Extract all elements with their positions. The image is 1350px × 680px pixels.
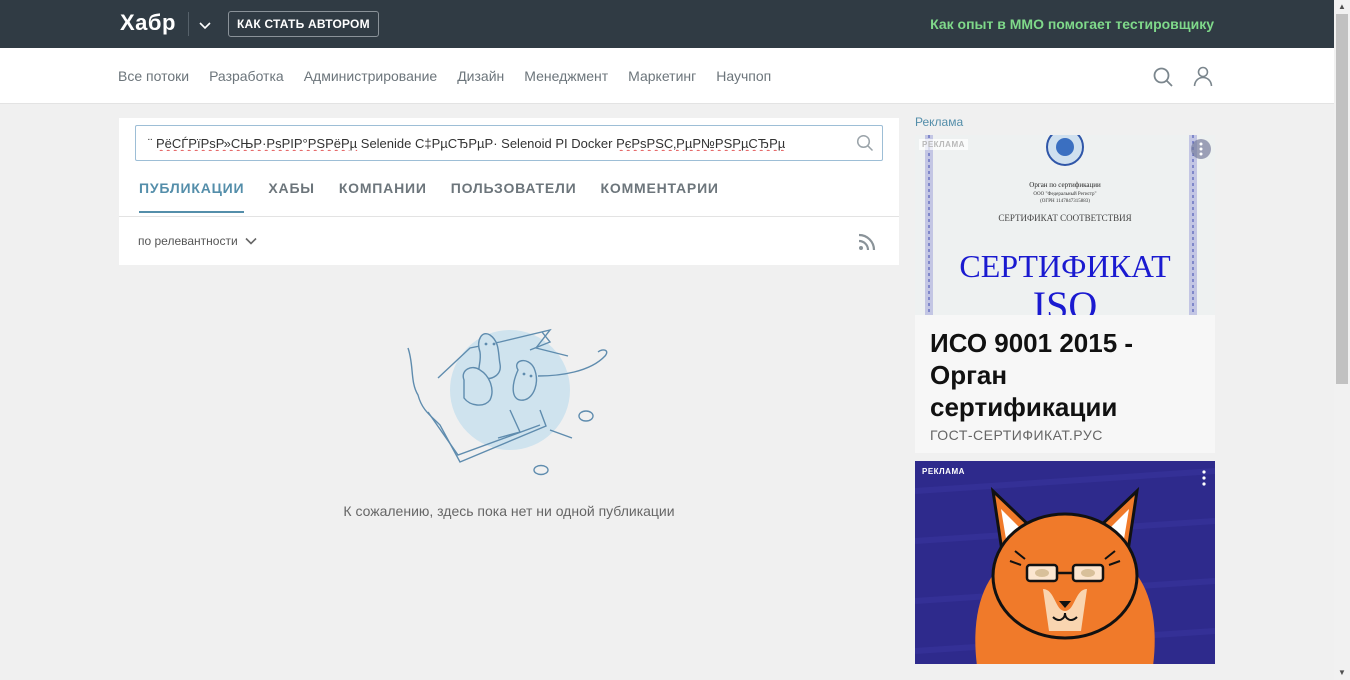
rss-icon[interactable] — [857, 232, 877, 252]
svg-text:ISO: ISO — [1033, 283, 1097, 315]
ad-card-cat[interactable]: РЕКЛАМА — [915, 461, 1215, 664]
ad-title[interactable]: ИСО 9001 2015 - Орган сертификации — [930, 327, 1200, 423]
empty-state-illustration — [407, 328, 608, 476]
svg-text:СЕРТИФИКАТ СООТВЕТСТВИЯ: СЕРТИФИКАТ СООТВЕТСТВИЯ — [998, 213, 1131, 223]
top-bar: Хабр КАК СТАТЬ АВТОРОМ Как опыт в ММО по… — [0, 0, 1334, 48]
nav-item-administration[interactable]: Администрирование — [304, 68, 438, 84]
sort-dropdown[interactable]: по релевантности — [138, 234, 258, 248]
page-scrollbar[interactable]: ▲ ▼ — [1334, 0, 1350, 680]
nav-item-marketing[interactable]: Маркетинг — [628, 68, 696, 84]
nav-bar: Все потоки Разработка Администрирование … — [0, 48, 1334, 104]
ad-domain[interactable]: ГОСТ-СЕРТИФИКАТ.РУС — [930, 427, 1103, 443]
ad-badge: РЕКЛАМА — [922, 467, 965, 476]
chevron-down-icon[interactable] — [196, 16, 214, 34]
tabs-divider — [119, 216, 899, 217]
ad-card-iso[interactable]: Орган по сертификации ООО "Федеральный Р… — [915, 135, 1215, 453]
more-options-icon[interactable] — [1191, 139, 1211, 159]
search-submit-icon[interactable] — [856, 134, 874, 152]
search-panel: ¨ РёСЃРїРѕР»СЊР·РѕРІР°РЅРёРµ Selenide С‡… — [119, 118, 899, 265]
ad-badge: РЕКЛАМА — [919, 139, 968, 150]
search-input[interactable]: ¨ РёСЃРїРѕР»СЊР·РѕРІР°РЅРёРµ Selenide С‡… — [135, 125, 883, 161]
svg-text:Орган по сертификации: Орган по сертификации — [1029, 181, 1101, 189]
scroll-down-icon[interactable]: ▼ — [1334, 666, 1350, 680]
more-options-icon[interactable] — [1201, 469, 1207, 487]
nav-item-development[interactable]: Разработка — [209, 68, 284, 84]
svg-text:СЕРТИФИКАТ: СЕРТИФИКАТ — [959, 248, 1171, 284]
ad-image-certificate[interactable]: Орган по сертификации ООО "Федеральный Р… — [915, 135, 1215, 315]
user-icon[interactable] — [1192, 65, 1214, 87]
svg-text:(ОГРН 1147847315883): (ОГРН 1147847315883) — [1040, 199, 1090, 204]
logo-divider — [188, 12, 189, 36]
certificate-illustration: Орган по сертификации ООО "Федеральный Р… — [915, 135, 1215, 315]
tab-users[interactable]: ПОЛЬЗОВАТЕЛИ — [451, 180, 577, 213]
nav-item-all[interactable]: Все потоки — [118, 68, 189, 84]
ad-section-label: Реклама — [915, 115, 964, 129]
site-logo[interactable]: Хабр — [120, 10, 176, 36]
svg-text:ООО "Федеральный Регистр": ООО "Федеральный Регистр" — [1033, 192, 1096, 197]
nav-list: Все потоки Разработка Администрирование … — [118, 68, 771, 84]
search-tabs: ПУБЛИКАЦИИ ХАБЫ КОМПАНИИ ПОЛЬЗОВАТЕЛИ КО… — [139, 180, 719, 213]
promo-link[interactable]: Как опыт в ММО помогает тестировщику — [930, 16, 1214, 32]
sort-label: по релевантности — [138, 234, 238, 248]
search-input-value: ¨ РёСЃРїРѕР»СЊР·РѕРІР°РЅРёРµ Selenide С‡… — [148, 136, 786, 151]
tab-hubs[interactable]: ХАБЫ — [268, 180, 314, 213]
chevron-down-icon — [245, 237, 257, 245]
scroll-up-icon[interactable]: ▲ — [1334, 0, 1350, 14]
tab-publications[interactable]: ПУБЛИКАЦИИ — [139, 180, 245, 213]
nav-item-management[interactable]: Менеджмент — [524, 68, 608, 84]
search-icon[interactable] — [1152, 66, 1174, 88]
tab-comments[interactable]: КОММЕНТАРИИ — [601, 180, 719, 213]
nav-item-design[interactable]: Дизайн — [457, 68, 504, 84]
empty-message: К сожалению, здесь пока нет ни одной пуб… — [343, 503, 675, 519]
nav-item-popsci[interactable]: Научпоп — [716, 68, 771, 84]
tab-companies[interactable]: КОМПАНИИ — [339, 180, 427, 213]
scrollbar-thumb[interactable] — [1336, 14, 1348, 384]
cat-illustration — [915, 461, 1215, 664]
become-author-button[interactable]: КАК СТАТЬ АВТОРОМ — [228, 11, 379, 37]
